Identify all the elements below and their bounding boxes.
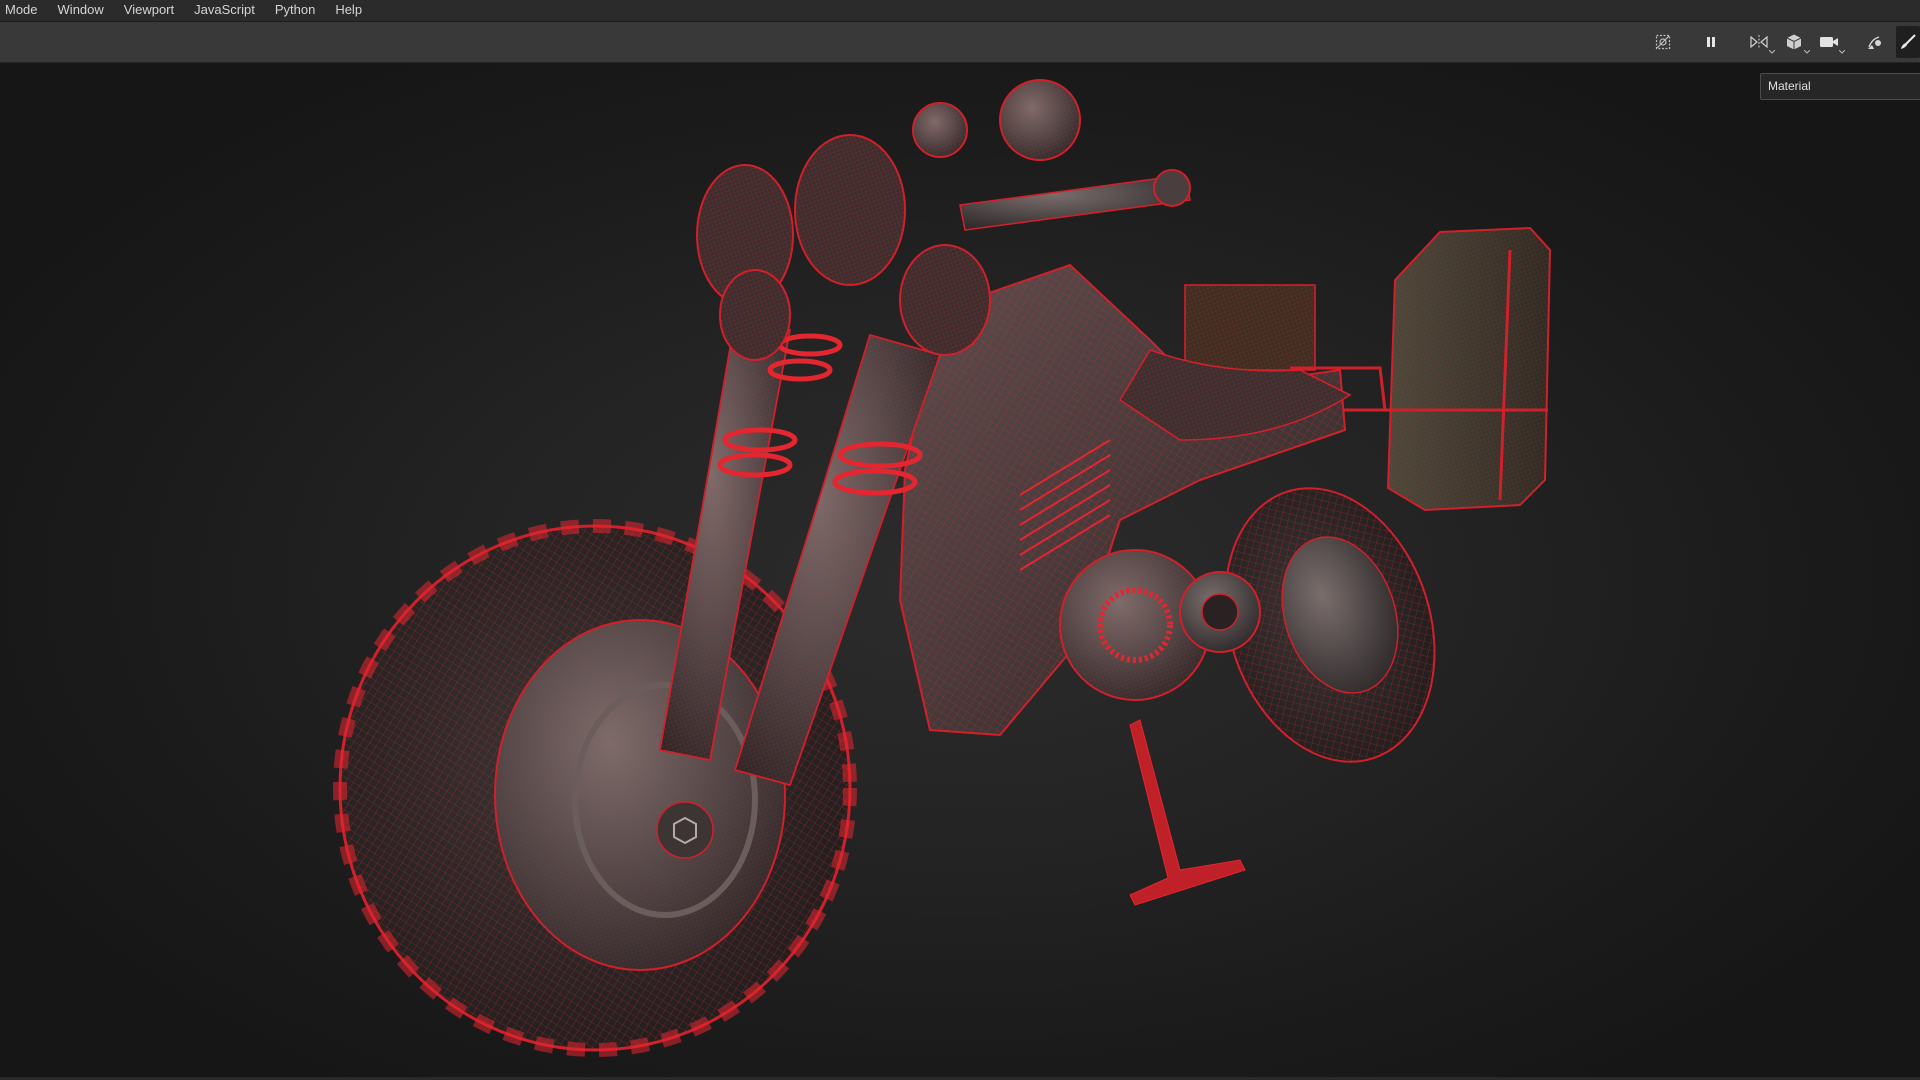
jerry-can (1380, 226, 1552, 512)
front-fork (658, 318, 942, 787)
handlebar (912, 79, 1191, 231)
app-window: Mode Window Viewport JavaScript Python H… (0, 0, 1920, 1080)
chevron-down-icon (1839, 50, 1845, 54)
menu-help[interactable]: Help (325, 0, 372, 21)
shading-mode-select[interactable]: Material (1760, 73, 1920, 100)
menu-python[interactable]: Python (265, 0, 325, 21)
headlights (696, 134, 991, 361)
symmetry-button[interactable] (1746, 30, 1775, 54)
front-wheel (333, 519, 857, 1057)
camera-button[interactable] (1816, 30, 1845, 54)
camera-icon (1820, 37, 1838, 47)
paint-brush-button[interactable] (1896, 26, 1920, 58)
cube-icon (1786, 34, 1802, 50)
symmetry-icon (1750, 35, 1768, 49)
menu-bar: Mode Window Viewport JavaScript Python H… (0, 0, 1920, 22)
chevron-down-icon (1804, 50, 1810, 54)
chevron-down-icon (1769, 50, 1775, 54)
pause-icon (1707, 37, 1715, 47)
pause-button[interactable] (1698, 30, 1724, 54)
motorcycle-wireframe-model (333, 79, 1552, 1057)
hide-helpers-button[interactable] (1650, 30, 1676, 54)
menu-window[interactable]: Window (48, 0, 114, 21)
menu-viewport[interactable]: Viewport (114, 0, 184, 21)
display-object-button[interactable] (1781, 30, 1810, 54)
menu-mode[interactable]: Mode (0, 0, 48, 21)
3d-viewport[interactable] (0, 63, 1920, 1078)
lights-button[interactable] (1862, 30, 1888, 54)
menu-javascript[interactable]: JavaScript (184, 0, 265, 21)
paint-brush-icon (1901, 34, 1916, 49)
hide-helpers-icon (1655, 34, 1671, 50)
viewport-toolbar (0, 22, 1920, 63)
lights-icon (1868, 36, 1881, 49)
